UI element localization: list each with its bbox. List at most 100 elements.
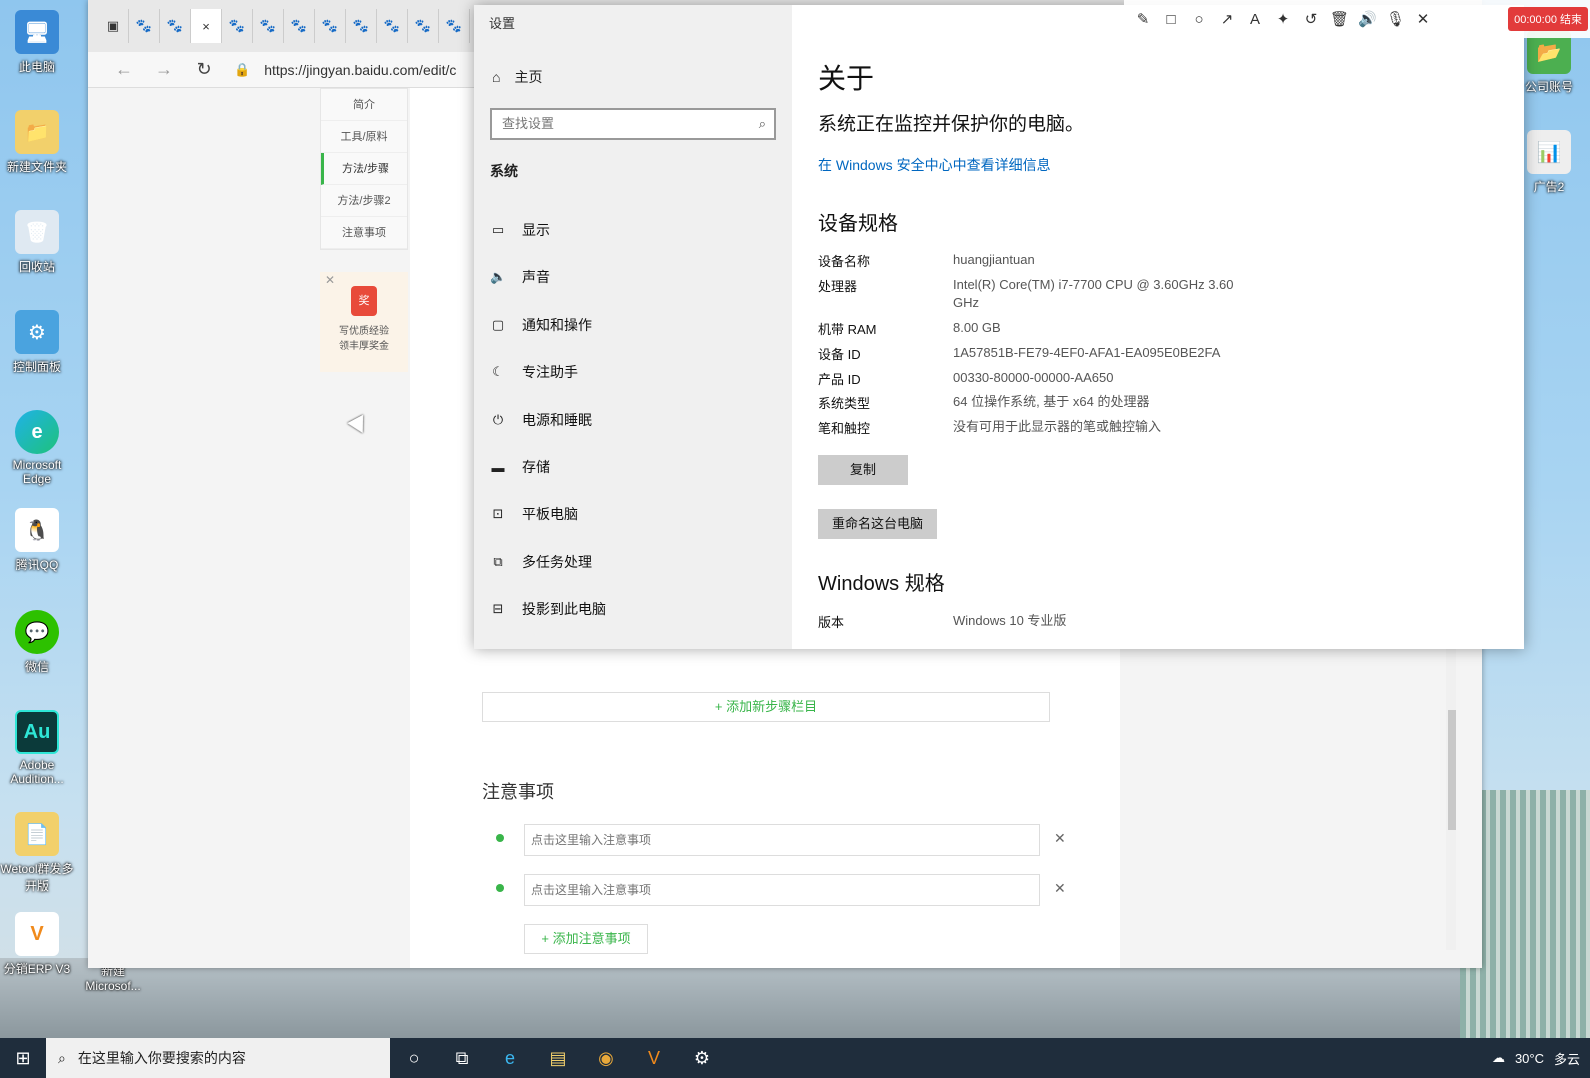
circle-icon[interactable]: ○ — [1190, 11, 1208, 28]
desktop-icon-label: 此电脑 — [18, 60, 55, 74]
menu-item-label: 多任务处理 — [522, 554, 592, 570]
moon-icon: ☾ — [492, 364, 504, 379]
tab-active-close[interactable]: × — [191, 9, 222, 43]
menu-item-notifications[interactable]: ▢ 通知和操作 — [490, 314, 592, 336]
chrome-taskbar-icon[interactable]: ◉ — [582, 1038, 630, 1078]
speaker-icon[interactable]: 🔊 — [1358, 10, 1377, 28]
arrow-icon[interactable]: ↗ — [1218, 10, 1236, 28]
desktop-icon-label: 广告2 — [1533, 180, 1565, 194]
note-row: ✕ — [492, 824, 1072, 856]
settings-window: 设置 ⌂ 主页 查找设置 ⌕ 系统 ▭ 显示 🔈 声音 ▢ 通知和操作 ☾ 专注助手 ⏻ 电源… — [474, 5, 1524, 649]
note-row: ✕ — [492, 874, 1072, 906]
scrollbar-thumb[interactable] — [1448, 710, 1456, 830]
spreadsheet-icon: 📊 — [1527, 130, 1571, 174]
close-icon[interactable]: ✕ — [1414, 10, 1432, 28]
system-tray: ☁ 30°C 多云 — [1492, 1049, 1590, 1068]
menu-item-power[interactable]: ⏻ 电源和睡眠 — [490, 409, 592, 431]
taskbar-search[interactable]: ⌕ 在这里输入你要搜索的内容 — [46, 1038, 390, 1078]
home-nav-item[interactable]: ⌂ 主页 — [492, 67, 542, 87]
microphone-icon[interactable]: 🎙 — [1386, 10, 1405, 28]
desktop-icon-wetool[interactable]: 📄 Wetool群发多开版 — [0, 812, 74, 894]
spec-value: Intel(R) Core(TM) i7-7700 CPU @ 3.60GHz … — [953, 277, 1234, 310]
desktop-icon-new-folder[interactable]: 📁 新建文件夹 — [0, 110, 74, 175]
menu-item-tablet[interactable]: ⊡ 平板电脑 — [490, 503, 578, 525]
note-input[interactable] — [524, 874, 1040, 906]
menu-item-display[interactable]: ▭ 显示 — [490, 219, 550, 241]
task-view-icon[interactable]: ⧉ — [438, 1038, 486, 1078]
menu-item-focus-assist[interactable]: ☾ 专注助手 — [490, 361, 578, 383]
outline-item-tools[interactable]: 工具/原料 — [321, 121, 407, 153]
tab-baidu[interactable]: 🐾 — [439, 9, 470, 43]
desktop-icon-label: 分销ERP V3 — [3, 962, 71, 976]
tab-baidu[interactable]: 🐾 — [160, 9, 191, 43]
notepad-taskbar-icon[interactable]: ▤ — [534, 1038, 582, 1078]
refresh-icon[interactable]: ↻ — [184, 59, 224, 80]
settings-search-input[interactable]: 查找设置 ⌕ — [490, 108, 776, 140]
desktop-icon-audition[interactable]: Au Adobe Audition... — [0, 710, 74, 786]
desktop-icon-edge[interactable]: e Microsoft Edge — [0, 410, 74, 486]
note-input[interactable] — [524, 824, 1040, 856]
tab-baidu[interactable]: 🐾 — [377, 9, 408, 43]
desktop-icon-this-pc[interactable]: 🖥 此电脑 — [0, 10, 74, 75]
menu-item-storage[interactable]: ▬ 存储 — [490, 456, 551, 478]
desktop-icon-label: 微信 — [24, 660, 49, 674]
desktop-icon-label: Wetool群发多开版 — [0, 862, 74, 893]
back-arrow-icon[interactable]: ← — [104, 59, 144, 80]
tab-baidu[interactable]: 🐾 — [284, 9, 315, 43]
security-center-link[interactable]: 在 Windows 安全中心中查看详细信息 — [818, 155, 1051, 175]
add-step-button[interactable]: + 添加新步骤栏目 — [482, 692, 1050, 722]
menu-item-sound[interactable]: 🔈 声音 — [490, 266, 550, 288]
outline-item-notes[interactable]: 注意事项 — [321, 217, 407, 249]
outline-item-steps2[interactable]: 方法/步骤2 — [321, 185, 407, 217]
outline-item-intro[interactable]: 简介 — [321, 89, 407, 121]
tab-baidu[interactable]: 🐾 — [129, 9, 160, 43]
settings-sidebar: 设置 ⌂ 主页 查找设置 ⌕ 系统 ▭ 显示 🔈 声音 ▢ 通知和操作 ☾ 专注助手 ⏻ 电源… — [474, 5, 792, 649]
undo-icon[interactable]: ↺ — [1302, 10, 1320, 28]
search-placeholder: 查找设置 — [502, 116, 555, 131]
tab-actions-icon[interactable]: ▣ — [98, 9, 129, 43]
add-note-button[interactable]: + 添加注意事项 — [524, 924, 648, 954]
url-field[interactable]: https://jingyan.baidu.com/edit/c — [264, 62, 456, 78]
record-stop-button[interactable]: 00:00:00 结束 — [1508, 7, 1588, 31]
desktop-icon-erp[interactable]: V 分销ERP V3 — [0, 912, 74, 977]
outline-item-steps[interactable]: 方法/步骤 — [321, 153, 407, 185]
menu-item-multitasking[interactable]: ⧉ 多任务处理 — [490, 551, 592, 573]
remove-icon[interactable]: ✕ — [1054, 830, 1066, 847]
ad-text-2: 领丰厚奖金 — [339, 341, 389, 352]
tab-baidu[interactable]: 🐾 — [222, 9, 253, 43]
forward-arrow-icon[interactable]: → — [144, 59, 184, 80]
cortana-icon[interactable]: ○ — [390, 1038, 438, 1078]
cloud-icon[interactable]: ☁ — [1492, 1050, 1505, 1066]
start-button[interactable]: ⊞ — [0, 1038, 46, 1078]
close-icon[interactable]: ✕ — [325, 273, 335, 287]
rename-pc-button[interactable]: 重命名这台电脑 — [818, 509, 938, 539]
tab-baidu[interactable]: 🐾 — [408, 9, 439, 43]
rectangle-icon[interactable]: □ — [1162, 11, 1180, 28]
erp-taskbar-icon[interactable]: V — [630, 1038, 678, 1078]
menu-item-label: 投影到此电脑 — [522, 601, 606, 617]
tab-baidu[interactable]: 🐾 — [346, 9, 377, 43]
remove-icon[interactable]: ✕ — [1054, 880, 1066, 897]
ad-text-1: 写优质经验 — [339, 326, 389, 337]
bullet-dot-icon — [496, 834, 504, 842]
trash-icon[interactable]: 🗑 — [1330, 10, 1349, 28]
lock-icon[interactable]: 🔒 — [234, 62, 250, 78]
desktop-icon-control-panel[interactable]: ⚙ 控制面板 — [0, 310, 74, 375]
desktop-icon-wechat[interactable]: 💬 微信 — [0, 610, 74, 675]
weather-temp[interactable]: 30°C — [1515, 1051, 1544, 1066]
desktop-icon-recycle-bin[interactable]: 🗑 回收站 — [0, 210, 74, 275]
pen-icon[interactable]: ✎ — [1134, 10, 1152, 28]
copy-button[interactable]: 复制 — [818, 455, 908, 485]
tab-baidu[interactable]: 🐾 — [253, 9, 284, 43]
tab-baidu[interactable]: 🐾 — [315, 9, 346, 43]
desktop-icon-qq[interactable]: 🐧 腾讯QQ — [0, 508, 74, 573]
menu-item-project[interactable]: ⊟ 投影到此电脑 — [490, 598, 606, 620]
weather-desc[interactable]: 多云 — [1554, 1049, 1580, 1068]
desktop-icon-label: Microsoft Edge — [12, 458, 62, 486]
magic-wand-icon[interactable]: ✦ — [1274, 10, 1292, 28]
settings-taskbar-icon[interactable]: ⚙ — [678, 1038, 726, 1078]
edge-taskbar-icon[interactable]: e — [486, 1038, 534, 1078]
windows-spec-heading: Windows 规格 — [818, 573, 945, 595]
reward-ad[interactable]: ✕ 奖 写优质经验 领丰厚奖金 — [320, 272, 408, 372]
text-icon[interactable]: A — [1246, 11, 1264, 28]
